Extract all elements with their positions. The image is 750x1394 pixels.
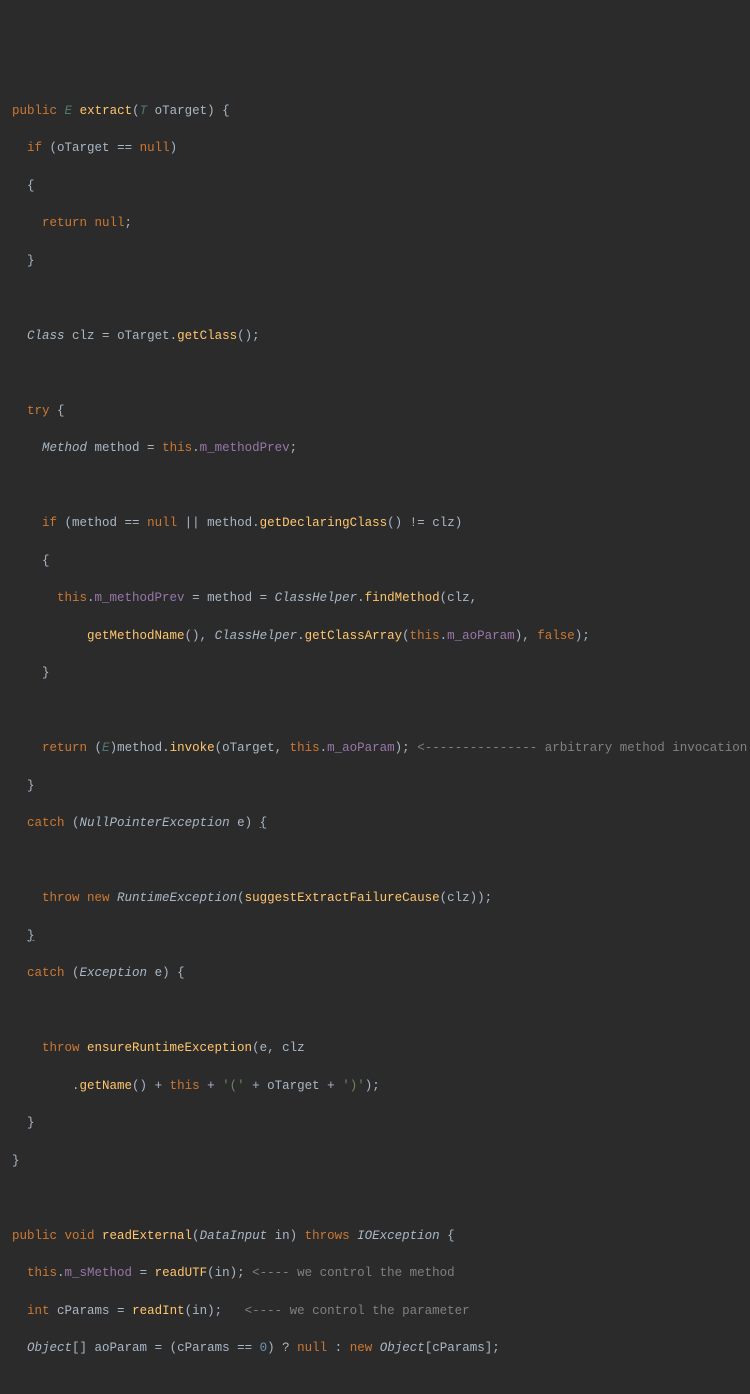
code-line: } bbox=[12, 1114, 738, 1133]
code-line: { bbox=[12, 552, 738, 571]
code-line: getMethodName(), ClassHelper.getClassArr… bbox=[12, 627, 738, 646]
code-line bbox=[12, 852, 738, 871]
code-line: throw new RuntimeException(suggestExtrac… bbox=[12, 889, 738, 908]
code-line: throw ensureRuntimeException(e, clz bbox=[12, 1039, 738, 1058]
code-line: try { bbox=[12, 402, 738, 421]
code-line bbox=[12, 289, 738, 308]
code-line: catch (NullPointerException e) { bbox=[12, 814, 738, 833]
code-line: } bbox=[12, 927, 738, 946]
annotation-comment: <--------------- arbitrary method invoca… bbox=[417, 741, 747, 755]
code-line: } bbox=[12, 777, 738, 796]
code-line: } bbox=[12, 664, 738, 683]
code-line bbox=[12, 364, 738, 383]
annotation-comment: <---- we control the method bbox=[252, 1266, 455, 1280]
code-line: Class clz = oTarget.getClass(); bbox=[12, 327, 738, 346]
annotation-comment: <---- we control the parameter bbox=[245, 1304, 470, 1318]
code-line: .getName() + this + '(' + oTarget + ')')… bbox=[12, 1077, 738, 1096]
code-line: } bbox=[12, 252, 738, 271]
code-line bbox=[12, 1377, 738, 1394]
code-line bbox=[12, 702, 738, 721]
code-line: return (E)method.invoke(oTarget, this.m_… bbox=[12, 739, 738, 758]
code-line bbox=[12, 477, 738, 496]
code-line: { bbox=[12, 177, 738, 196]
code-line: catch (Exception e) { bbox=[12, 964, 738, 983]
code-line bbox=[12, 1002, 738, 1021]
code-line: public E extract(T oTarget) { bbox=[12, 102, 738, 121]
code-block: public E extract(T oTarget) { if (oTarge… bbox=[12, 83, 738, 1394]
code-line: Method method = this.m_methodPrev; bbox=[12, 439, 738, 458]
code-line bbox=[12, 1189, 738, 1208]
code-line: Object[] aoParam = (cParams == 0) ? null… bbox=[12, 1339, 738, 1358]
code-line: if (oTarget == null) bbox=[12, 139, 738, 158]
code-line: public void readExternal(DataInput in) t… bbox=[12, 1227, 738, 1246]
code-line: return null; bbox=[12, 214, 738, 233]
code-line: if (method == null || method.getDeclarin… bbox=[12, 514, 738, 533]
code-line: this.m_sMethod = readUTF(in); <---- we c… bbox=[12, 1264, 738, 1283]
code-line: int cParams = readInt(in); <---- we cont… bbox=[12, 1302, 738, 1321]
code-line: this.m_methodPrev = method = ClassHelper… bbox=[12, 589, 738, 608]
code-line: } bbox=[12, 1152, 738, 1171]
